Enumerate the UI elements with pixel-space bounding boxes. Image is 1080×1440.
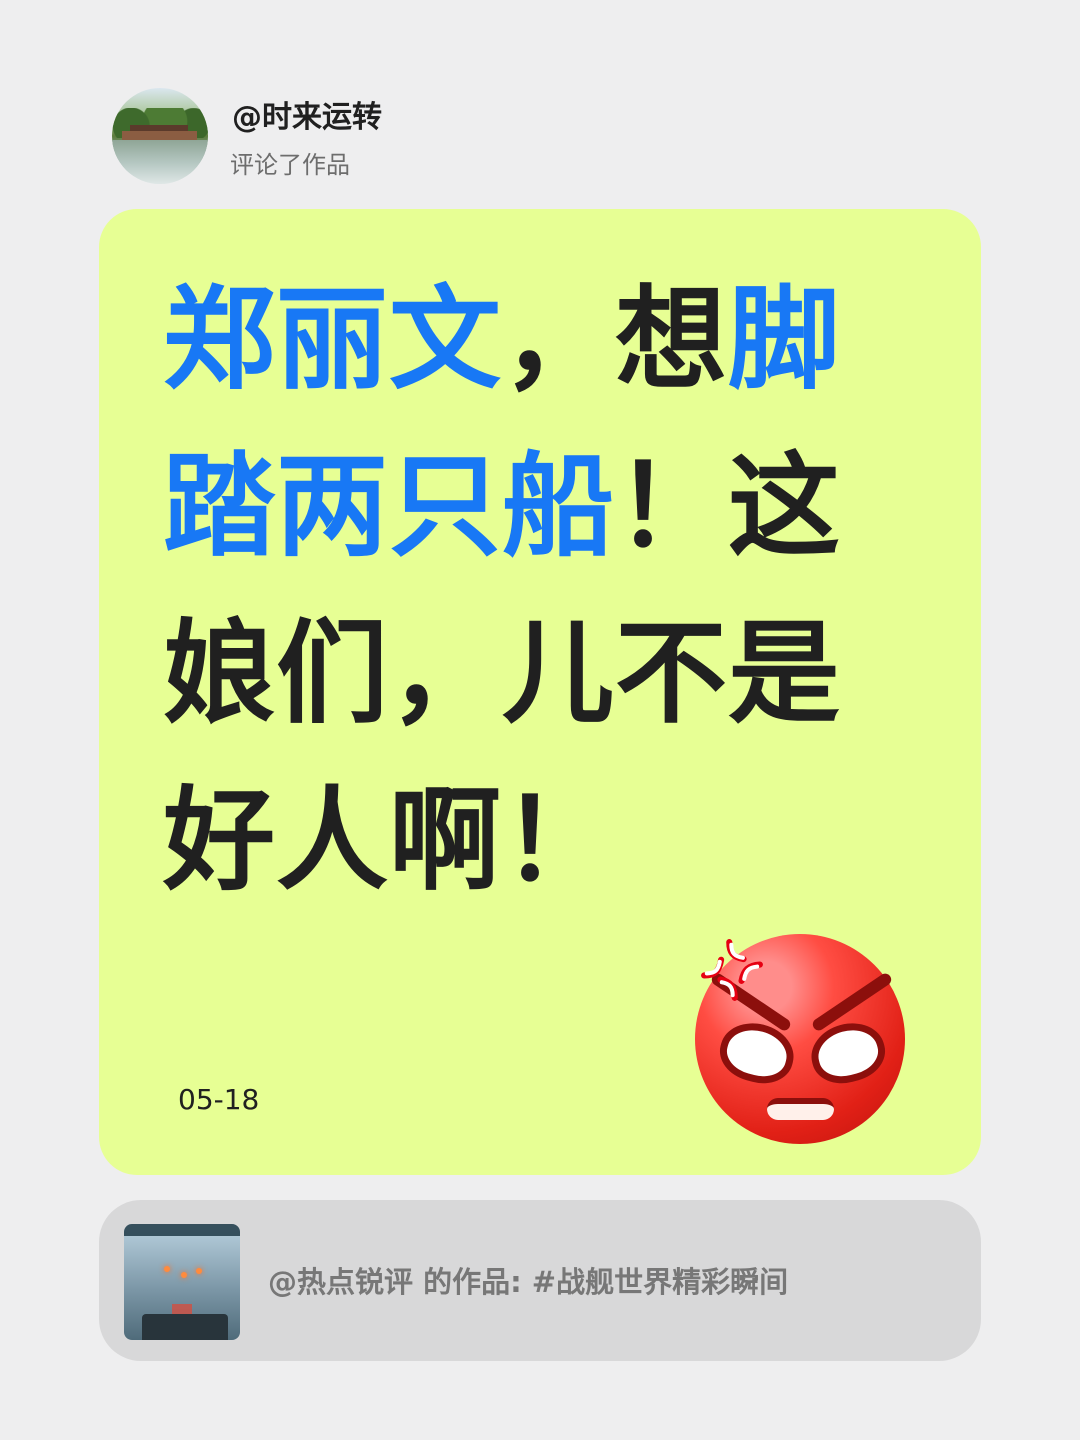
comment-card: 郑丽文，想脚 踏两只船！这 娘们，儿不是 好人啊！ 05-18 (99, 209, 981, 1175)
anger-symbol-icon (701, 939, 763, 1001)
comment-segment-black: 娘们，儿不是 (163, 609, 841, 739)
comment-line-4: 好人啊！ (163, 758, 923, 925)
thumbnail-light (181, 1272, 187, 1278)
comment-segment-black: ，想 (502, 275, 728, 405)
comment-date: 05-18 (178, 1083, 260, 1116)
comment-segment-black: ！这 (615, 442, 841, 572)
comment-segment-blue: 郑丽文 (163, 275, 502, 405)
linked-work-thumbnail[interactable] (124, 1224, 240, 1340)
linked-work-card[interactable]: @热点锐评 的作品: #战舰世界精彩瞬间 (99, 1200, 981, 1361)
user-avatar[interactable] (112, 88, 208, 184)
comment-text: 郑丽文，想脚 踏两只船！这 娘们，儿不是 好人啊！ (163, 257, 923, 925)
comment-header: @时来运转 评论了作品 (112, 88, 912, 188)
comment-line-3: 娘们，儿不是 (163, 591, 923, 758)
angry-mouth (767, 1098, 834, 1120)
angry-face-icon (695, 934, 909, 1148)
comment-segment-black: 好人啊！ (163, 776, 615, 906)
comment-segment-blue: 脚 (728, 275, 841, 405)
comment-action-label: 评论了作品 (230, 151, 350, 179)
comment-line-1: 郑丽文，想脚 (163, 257, 923, 424)
comment-line-2: 踏两只船！这 (163, 424, 923, 591)
linked-work-text[interactable]: @热点锐评 的作品: #战舰世界精彩瞬间 (268, 1263, 788, 1301)
avatar-water (112, 140, 208, 184)
thumbnail-light (164, 1266, 170, 1272)
username[interactable]: @时来运转 (232, 100, 382, 136)
thumbnail-light (196, 1268, 202, 1274)
thumbnail-label (172, 1304, 192, 1314)
comment-segment-blue: 踏两只船 (163, 442, 615, 572)
